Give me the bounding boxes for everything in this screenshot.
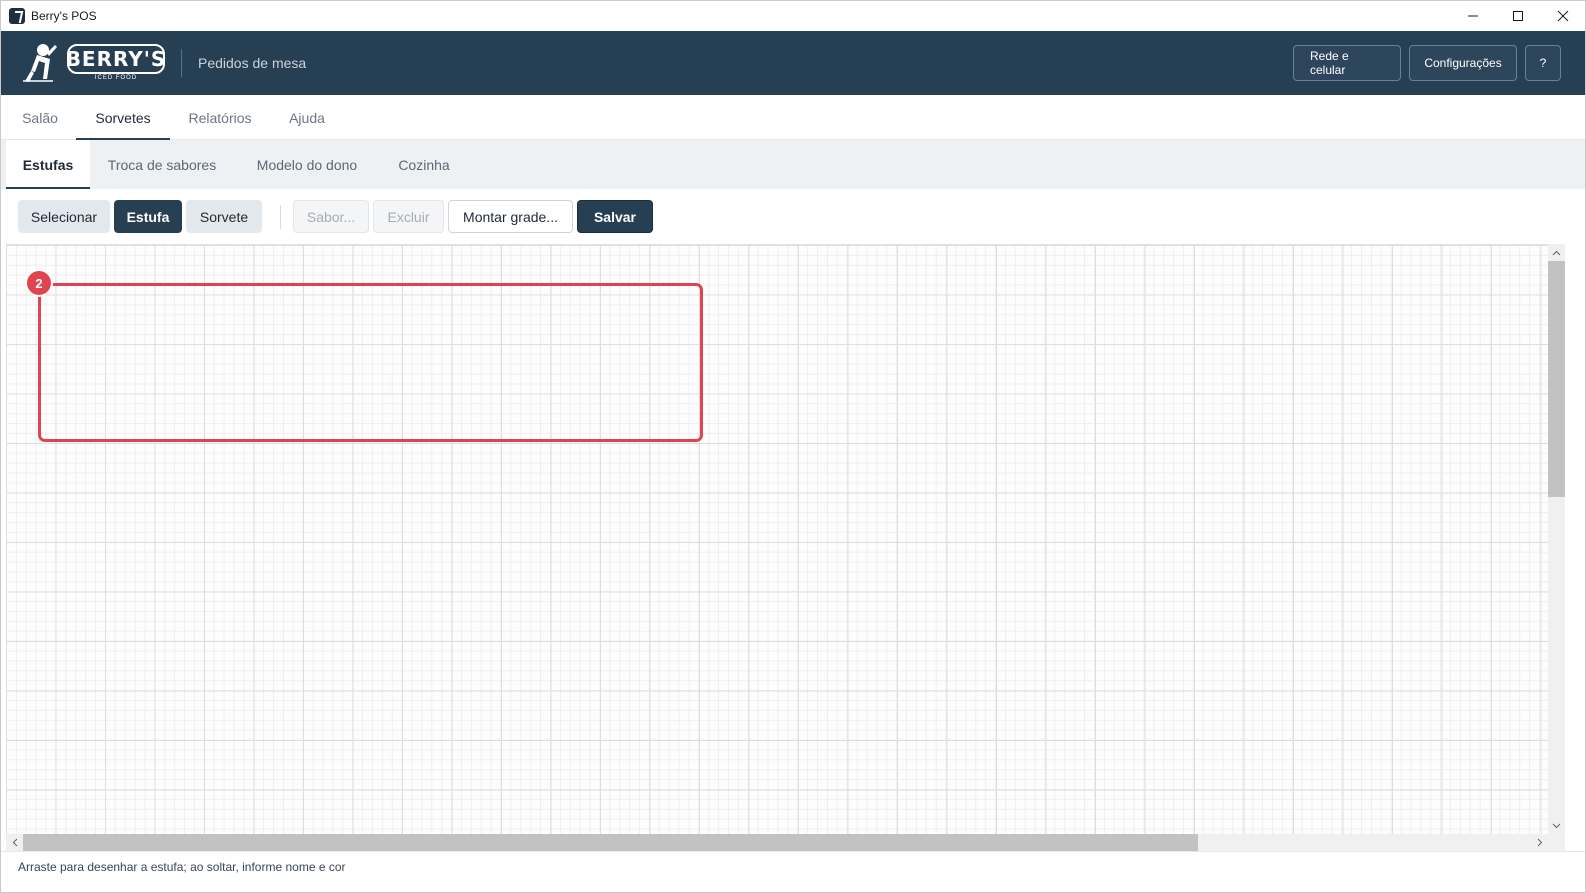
scroll-down-arrow[interactable]	[1548, 817, 1565, 834]
chevron-right-icon	[1537, 838, 1542, 847]
brand-logo: BERRY'S ICED FOOD	[66, 44, 167, 82]
maximize-icon	[1512, 11, 1523, 21]
tab-troca-de-sabores[interactable]: Troca de sabores	[97, 140, 227, 189]
tab-salao[interactable]: Salão	[15, 95, 65, 140]
header-subtitle: Pedidos de mesa	[198, 55, 307, 71]
vertical-scroll-thumb[interactable]	[1548, 261, 1565, 497]
status-message: Arraste para desenhar a estufa; ao solta…	[18, 860, 346, 874]
brand-tagline: ICED FOOD	[94, 75, 138, 81]
flavor-button[interactable]: Sabor...	[293, 200, 369, 233]
delete-button[interactable]: Excluir	[373, 200, 444, 233]
estufa-tool-button[interactable]: Estufa	[114, 200, 182, 233]
chevron-down-icon	[1552, 823, 1561, 828]
tab-estufas[interactable]: Estufas	[6, 140, 90, 189]
settings-button[interactable]: Configurações	[1409, 45, 1517, 81]
tab-ajuda[interactable]: Ajuda	[279, 95, 335, 140]
tab-cozinha[interactable]: Cozinha	[387, 140, 461, 189]
select-tool-button[interactable]: Selecionar	[18, 200, 110, 233]
app-header: BERRY'S ICED FOOD Pedidos de mesa Rede e…	[1, 31, 1585, 95]
close-icon	[1557, 10, 1568, 22]
header-divider	[181, 49, 182, 77]
window-title: Berry's POS	[31, 9, 97, 23]
chevron-left-icon	[12, 838, 17, 847]
sub-tabs: Estufas Troca de sabores Modelo do dono …	[1, 140, 1585, 189]
maximize-button[interactable]	[1495, 1, 1540, 31]
app-icon	[9, 8, 25, 24]
minimize-icon	[1467, 15, 1478, 17]
minimize-button[interactable]	[1450, 1, 1495, 31]
tab-sorvetes[interactable]: Sorvetes	[76, 95, 170, 140]
main-tabs: Salão Sorvetes Relatórios Ajuda	[1, 95, 1585, 140]
tab-relatorios[interactable]: Relatórios	[179, 95, 261, 140]
brand-name: BERRY'S	[66, 44, 165, 74]
editor-toolbar: Selecionar Estufa Sorvete Sabor... Exclu…	[1, 189, 1585, 244]
help-button[interactable]: ?	[1525, 45, 1561, 81]
status-bar: Arraste para desenhar a estufa; ao solta…	[1, 851, 1585, 882]
scroll-up-arrow[interactable]	[1548, 244, 1565, 261]
header-actions: Rede e celular Configurações ?	[1293, 45, 1561, 81]
scrollbar-corner	[1548, 834, 1565, 851]
app-window: Berry's POS BERRY'S ICED FOOD Pedidos de…	[0, 0, 1586, 893]
toolbar-separator	[280, 205, 281, 229]
title-bar: Berry's POS	[1, 1, 1585, 31]
tab-modelo-do-dono[interactable]: Modelo do dono	[241, 140, 373, 189]
vertical-scrollbar[interactable]	[1548, 244, 1565, 834]
estufa-rectangle[interactable]	[38, 283, 703, 442]
chevron-up-icon	[1552, 250, 1561, 255]
horizontal-scroll-thumb[interactable]	[23, 834, 1198, 851]
scroll-left-arrow[interactable]	[6, 834, 23, 851]
build-grid-button[interactable]: Montar grade...	[448, 200, 573, 233]
mascot-logo-icon	[23, 44, 57, 82]
scroll-right-arrow[interactable]	[1531, 834, 1548, 851]
sorvete-tool-button[interactable]: Sorvete	[186, 200, 262, 233]
close-button[interactable]	[1540, 1, 1585, 31]
network-button[interactable]: Rede e celular	[1293, 45, 1401, 81]
layout-canvas[interactable]: 2	[6, 244, 1548, 834]
horizontal-scrollbar[interactable]	[6, 834, 1548, 851]
estufa-number-badge[interactable]: 2	[25, 269, 53, 297]
window-controls	[1450, 1, 1585, 31]
save-button[interactable]: Salvar	[577, 200, 653, 233]
